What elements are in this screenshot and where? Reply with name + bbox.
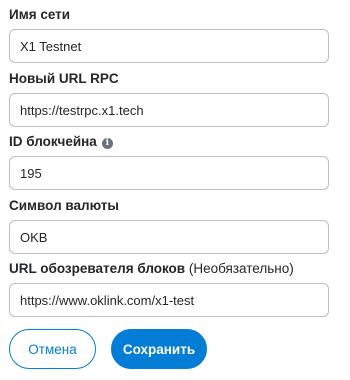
custom-network-form: Имя сети Новый URL RPC ID блокчейна i Сим… xyxy=(0,0,350,380)
cancel-button[interactable]: Отмена xyxy=(9,329,96,369)
rpc-url-input[interactable] xyxy=(9,93,329,127)
network-name-label: Имя сети xyxy=(9,7,71,22)
optional-note: (Необязательно) xyxy=(188,261,294,276)
explorer-url-label: URL обозревателя блоков xyxy=(9,261,186,276)
network-name-input[interactable] xyxy=(9,29,329,63)
currency-symbol-label: Символ валюты xyxy=(9,198,119,213)
chain-id-input[interactable] xyxy=(9,156,329,190)
chain-id-label-row: ID блокчейна i xyxy=(9,134,113,150)
save-button[interactable]: Сохранить xyxy=(111,329,207,369)
rpc-url-label: Новый URL RPC xyxy=(9,71,119,86)
currency-symbol-input[interactable] xyxy=(9,220,329,254)
explorer-url-label-row: URL обозревателя блоков (Необязательно) xyxy=(9,261,294,277)
info-icon[interactable]: i xyxy=(101,138,113,149)
chain-id-label: ID блокчейна xyxy=(9,134,97,149)
explorer-url-input[interactable] xyxy=(9,283,329,317)
